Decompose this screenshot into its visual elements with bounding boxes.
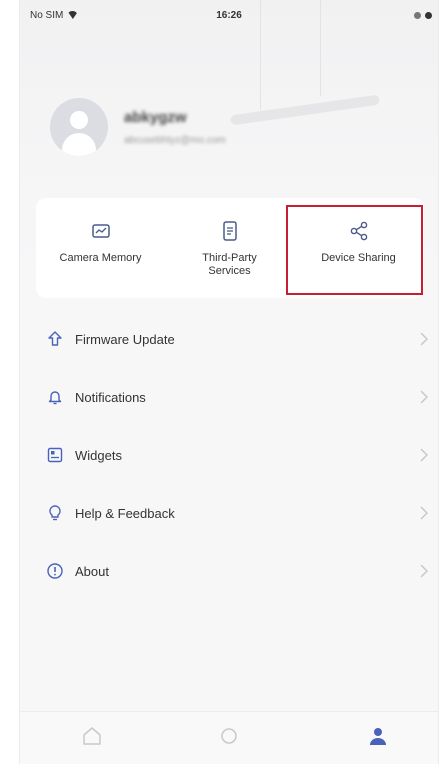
- chevron-right-icon: [420, 506, 428, 520]
- profile-header[interactable]: abkygzw abcusebhtyz@mo.com: [50, 98, 226, 156]
- status-time: 16:26: [216, 9, 242, 21]
- device-sharing-label: Device Sharing: [321, 252, 396, 264]
- firmware-update-icon: [48, 331, 62, 346]
- bell-icon: [48, 391, 62, 405]
- home-icon[interactable]: [80, 724, 104, 748]
- status-bar: No SIM 16:26: [20, 0, 438, 30]
- chevron-right-icon: [420, 390, 428, 404]
- device-icon[interactable]: [217, 724, 241, 748]
- menu-label: Widgets: [75, 447, 122, 463]
- camera-memory-button[interactable]: Camera Memory: [36, 198, 165, 298]
- menu-item-notifications[interactable]: Notifications: [20, 368, 438, 426]
- avatar-head: [70, 111, 88, 129]
- username: abkygzw: [124, 108, 187, 126]
- third-party-services-button[interactable]: Third-Party Services: [165, 198, 294, 298]
- third-party-services-label: Third-Party Services: [202, 252, 257, 277]
- me-icon[interactable]: [366, 724, 390, 748]
- third-party-services-icon: [222, 221, 237, 241]
- widgets-icon: [47, 447, 63, 463]
- chevron-right-icon: [420, 564, 428, 578]
- menu-label: Help & Feedback: [75, 505, 175, 521]
- info-icon: [47, 563, 63, 579]
- device-sharing-button[interactable]: Device Sharing: [294, 198, 423, 298]
- camera-memory-label: Camera Memory: [59, 252, 142, 264]
- menu-label: Firmware Update: [75, 331, 175, 347]
- menu-item-firmware-update[interactable]: Firmware Update: [20, 310, 438, 368]
- status-right: [414, 11, 432, 19]
- avatar[interactable]: [50, 98, 108, 156]
- battery-icon: [425, 11, 432, 19]
- chevron-right-icon: [420, 332, 428, 346]
- chevron-right-icon: [420, 448, 428, 462]
- decor-lamp: [230, 94, 380, 126]
- profile-text: abkygzw abcusebhtyz@mo.com: [124, 109, 226, 146]
- menu-label: About: [75, 563, 109, 579]
- avatar-body: [62, 133, 96, 156]
- location-icon: [414, 11, 421, 19]
- lightbulb-icon: [49, 505, 61, 521]
- share-icon: [350, 221, 367, 241]
- menu-item-about[interactable]: About: [20, 542, 438, 600]
- menu-item-help-feedback[interactable]: Help & Feedback: [20, 484, 438, 542]
- menu-label: Notifications: [75, 389, 146, 405]
- phone-screen: No SIM 16:26 abkygzw abcusebhtyz@mo.com …: [20, 0, 438, 764]
- camera-memory-icon: [91, 224, 110, 238]
- email: abcusebhtyz@mo.com: [124, 134, 226, 146]
- bottom-tab-bar: [20, 711, 438, 764]
- quick-actions-card: Camera Memory Third-Party Services Devic…: [36, 198, 424, 298]
- settings-menu: Firmware Update Notifications Widgets He…: [20, 310, 438, 600]
- menu-item-widgets[interactable]: Widgets: [20, 426, 438, 484]
